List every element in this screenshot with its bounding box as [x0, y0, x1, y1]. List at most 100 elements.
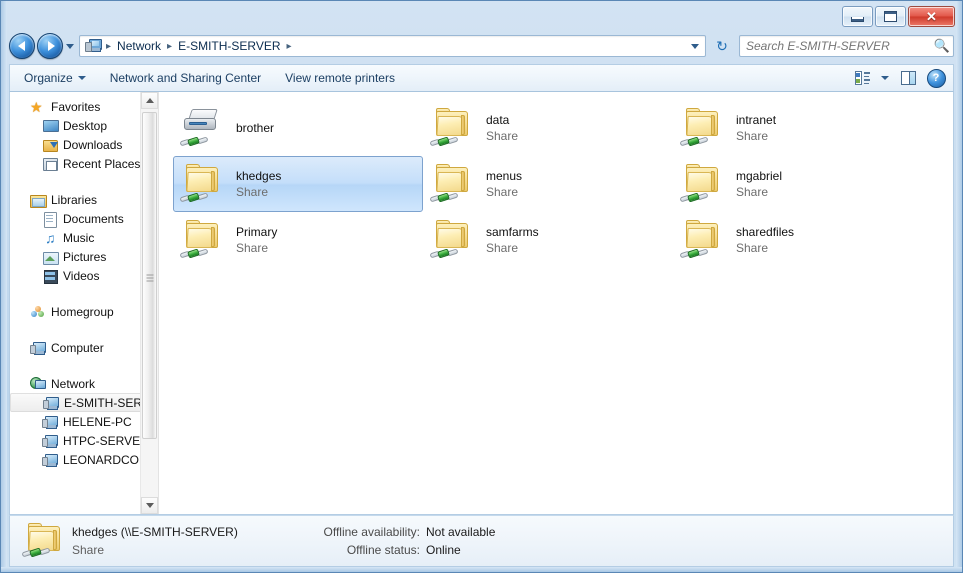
- sidebar-item-e-smith-server[interactable]: E-SMITH-SERVER: [10, 393, 158, 412]
- chevron-down-icon: [145, 503, 154, 508]
- sidebar-item-recent-places[interactable]: Recent Places: [10, 154, 141, 173]
- sidebar-item-network[interactable]: Network: [10, 374, 141, 393]
- breadcrumb-e-smith-server[interactable]: E-SMITH-SERVER: [175, 37, 283, 55]
- minimize-icon: [851, 16, 864, 22]
- chevron-down-icon: [66, 43, 74, 49]
- address-dropdown-button[interactable]: [687, 43, 703, 49]
- organize-button[interactable]: Organize: [14, 66, 96, 90]
- sidebar-item-computer[interactable]: Computer: [10, 338, 141, 357]
- window-edge-bottom: [1, 567, 962, 572]
- refresh-button[interactable]: ↻: [709, 34, 735, 58]
- list-item-text: Primary Share: [236, 225, 277, 255]
- window-edge-left: [1, 1, 7, 572]
- file-subtitle: Share: [486, 241, 519, 255]
- details-property-row: Offline status: Online: [302, 543, 516, 557]
- sidebar-item-label: Computer: [51, 340, 104, 355]
- sidebar-item-helene-pc[interactable]: HELENE-PC: [10, 412, 141, 431]
- recent-pages-button[interactable]: [63, 35, 77, 57]
- sidebar-item-music[interactable]: ♫ Music: [10, 228, 141, 247]
- breadcrumb-separator[interactable]: ▸: [164, 41, 175, 52]
- star-icon: ★: [30, 98, 43, 115]
- sidebar-item-videos[interactable]: Videos: [10, 266, 141, 285]
- sidebar-item-homegroup[interactable]: Homegroup: [10, 302, 141, 321]
- sidebar-item-favorites[interactable]: ★ Favorites: [10, 97, 141, 116]
- list-item[interactable]: Primary Share: [173, 212, 423, 268]
- navigation-pane: ★ Favorites Desktop Downloads Recent Pla…: [10, 92, 159, 514]
- file-list-pane[interactable]: brother data Share intranet Share khedge…: [159, 92, 953, 514]
- address-bar-row: ▸ Network ▸ E-SMITH-SERVER ▸ ↻ 🔍: [9, 33, 954, 59]
- breadcrumb-separator[interactable]: ▸: [103, 41, 114, 52]
- list-item[interactable]: brother: [173, 100, 423, 156]
- details-columns: khedges (\\E-SMITH-SERVER) Share Offline…: [72, 525, 516, 557]
- network-share-folder-icon: [20, 518, 66, 564]
- preview-pane-button[interactable]: [895, 67, 921, 89]
- network-and-sharing-center-button[interactable]: Network and Sharing Center: [100, 66, 271, 90]
- scroll-up-button[interactable]: [141, 92, 158, 109]
- sidebar-item-htpc-server[interactable]: HTPC-SERVER: [10, 431, 149, 450]
- sidebar-item-label: Homegroup: [51, 304, 114, 319]
- sidebar-item-label: Documents: [63, 211, 124, 226]
- forward-arrow-icon: [47, 41, 55, 51]
- file-name: menus: [486, 169, 523, 183]
- list-item-text: sharedfiles Share: [736, 225, 794, 255]
- details-property-key: Offline availability:: [323, 525, 421, 539]
- search-icon[interactable]: 🔍: [931, 38, 953, 54]
- explorer-body: ★ Favorites Desktop Downloads Recent Pla…: [9, 92, 954, 515]
- help-button[interactable]: ?: [923, 67, 949, 89]
- sidebar-item-libraries[interactable]: Libraries: [10, 190, 141, 209]
- toolbar-right-group: ?: [849, 67, 953, 89]
- breadcrumb-separator[interactable]: ▸: [284, 41, 295, 52]
- list-item-text: khedges Share: [236, 169, 281, 199]
- breadcrumb-network[interactable]: Network: [114, 37, 164, 55]
- address-bar[interactable]: ▸ Network ▸ E-SMITH-SERVER ▸: [79, 35, 706, 57]
- view-remote-printers-button[interactable]: View remote printers: [275, 66, 405, 90]
- downloads-icon: [42, 137, 58, 153]
- file-subtitle: Share: [736, 129, 769, 143]
- documents-icon: [42, 211, 58, 228]
- sidebar-item-documents[interactable]: Documents: [10, 209, 141, 228]
- sidebar-item-label: Desktop: [63, 118, 108, 133]
- list-item[interactable]: menus Share: [423, 156, 673, 212]
- network-computer-icon: [43, 395, 59, 411]
- sidebar-item-desktop[interactable]: Desktop: [10, 116, 141, 135]
- file-name: Primary: [236, 225, 278, 239]
- help-icon: ?: [926, 68, 946, 88]
- refresh-icon: ↻: [716, 37, 728, 54]
- sidebar-item-downloads[interactable]: Downloads: [10, 135, 141, 154]
- search-box[interactable]: 🔍: [739, 35, 954, 57]
- details-property-key: Offline status:: [346, 543, 420, 557]
- list-item[interactable]: samfarms Share: [423, 212, 673, 268]
- scrollbar-thumb[interactable]: [142, 112, 157, 439]
- navigation-scrollbar[interactable]: [140, 92, 158, 514]
- network-computer-icon: [85, 38, 102, 54]
- sidebar-item-label: Favorites: [51, 99, 101, 114]
- sidebar-item-leonardcohen[interactable]: LEONARDCOHEN: [10, 450, 158, 469]
- forward-button[interactable]: [37, 33, 63, 59]
- maximize-button[interactable]: [875, 6, 906, 27]
- list-item-selected[interactable]: khedges Share: [173, 156, 423, 212]
- desktop-icon: [42, 118, 59, 134]
- sidebar-item-label: Libraries: [51, 192, 98, 207]
- change-view-button[interactable]: [849, 67, 875, 89]
- list-item-text: intranet Share: [736, 113, 776, 143]
- list-item[interactable]: sharedfiles Share: [673, 212, 923, 268]
- network-globe-icon: [30, 376, 46, 392]
- window-controls: ✕: [842, 6, 955, 27]
- sidebar-item-pictures[interactable]: Pictures: [10, 247, 141, 266]
- list-item[interactable]: mgabriel Share: [673, 156, 923, 212]
- minimize-button[interactable]: [842, 6, 873, 27]
- search-input[interactable]: [740, 39, 931, 53]
- libraries-icon: [30, 192, 47, 208]
- list-item[interactable]: intranet Share: [673, 100, 923, 156]
- change-view-dropdown[interactable]: [877, 67, 893, 89]
- network-sharing-label: Network and Sharing Center: [109, 71, 262, 85]
- view-list-icon: [854, 71, 870, 85]
- network-computer-icon: [42, 433, 58, 449]
- details-property-row: Offline availability: Not available: [302, 525, 516, 539]
- back-button[interactable]: [9, 33, 35, 59]
- close-button[interactable]: ✕: [908, 6, 955, 27]
- scroll-down-button[interactable]: [141, 497, 158, 514]
- list-item[interactable]: data Share: [423, 100, 673, 156]
- music-icon: ♫: [45, 229, 56, 246]
